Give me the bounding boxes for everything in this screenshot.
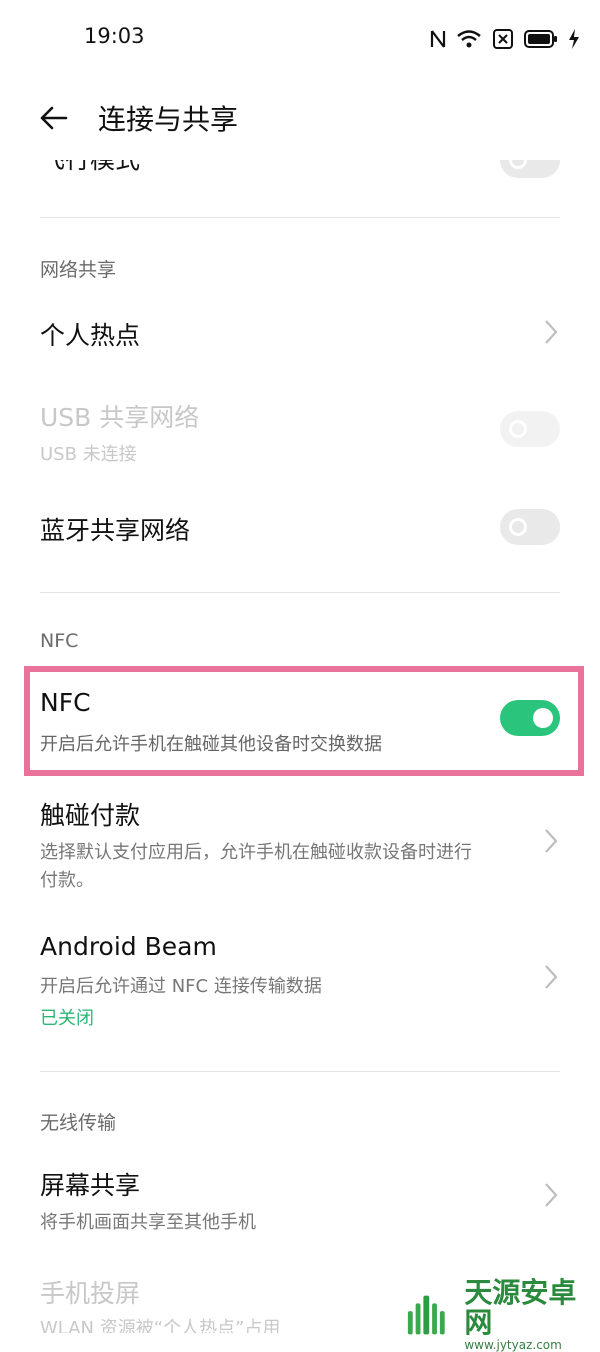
nfc-toggle[interactable] (500, 700, 560, 736)
usb-tethering-row: USB 共享网络 USB 未连接 (0, 392, 600, 472)
airplane-mode-toggle[interactable] (500, 160, 560, 178)
watermark-url: www.jytyaz.com (464, 1338, 562, 1352)
page-title: 连接与共享 (98, 103, 239, 136)
hotspot-label: 个人热点 (40, 321, 141, 350)
nfc-icon (430, 30, 446, 48)
screen-share-sub: 将手机画面共享至其他手机 (40, 1212, 256, 1233)
divider (40, 217, 560, 218)
tap-to-pay-sub-line2: 付款。 (40, 870, 94, 891)
nfc-row[interactable]: NFC 开启后允许手机在触碰其他设备时交换数据 (30, 672, 578, 770)
bluetooth-tethering-toggle[interactable] (500, 509, 560, 545)
airplane-mode-row[interactable]: 飞行模式 (0, 160, 600, 180)
tap-to-pay-row[interactable]: 触碰付款 选择默认支付应用后，允许手机在触碰收款设备时进行 付款。 (0, 792, 600, 892)
android-beam-status: 已关闭 (40, 1008, 94, 1029)
charging-icon (569, 29, 579, 49)
nfc-sub: 开启后允许手机在触碰其他设备时交换数据 (40, 734, 382, 755)
back-arrow-icon[interactable] (36, 100, 72, 136)
screen-cast-label: 手机投屏 (40, 1279, 141, 1308)
airplane-mode-label: 飞行模式 (40, 160, 140, 176)
divider (40, 1071, 560, 1072)
chevron-right-icon (545, 965, 558, 989)
usb-tethering-sub: USB 未连接 (40, 444, 137, 465)
chevron-right-icon (545, 320, 558, 344)
sim-off-icon (493, 29, 513, 49)
screen-share-row[interactable]: 屏幕共享 将手机画面共享至其他手机 (0, 1162, 600, 1242)
section-network-share: 网络共享 (40, 259, 117, 281)
status-icons (430, 26, 580, 52)
android-beam-label: Android Beam (40, 932, 217, 961)
wifi-icon (457, 30, 481, 48)
watermark-logo-icon (407, 1295, 445, 1335)
watermark-name: 天源安卓网 (464, 1276, 577, 1339)
bluetooth-tethering-row[interactable]: 蓝牙共享网络 (0, 495, 600, 559)
battery-icon (524, 30, 557, 48)
usb-tethering-label: USB 共享网络 (40, 403, 200, 432)
screen-cast-sub: WLAN 资源被“个人热点”占用 (40, 1318, 281, 1333)
status-time: 19:03 (84, 24, 145, 48)
tap-to-pay-sub-line1: 选择默认支付应用后，允许手机在触碰收款设备时进行 (40, 842, 472, 863)
divider (40, 592, 560, 593)
chevron-right-icon (545, 1183, 558, 1207)
hotspot-row[interactable]: 个人热点 (0, 300, 600, 364)
watermark: 天源安卓网 www.jytyaz.com (404, 1278, 600, 1352)
android-beam-row[interactable]: Android Beam 开启后允许通过 NFC 连接传输数据 已关闭 (0, 928, 600, 1038)
bluetooth-tethering-label: 蓝牙共享网络 (40, 516, 191, 545)
screen-share-label: 屏幕共享 (40, 1171, 141, 1200)
android-beam-sub: 开启后允许通过 NFC 连接传输数据 (40, 976, 322, 997)
usb-tethering-toggle (500, 411, 560, 447)
section-wireless: 无线传输 (40, 1112, 117, 1134)
chevron-right-icon (545, 829, 558, 853)
tap-to-pay-label: 触碰付款 (40, 801, 141, 830)
nfc-label: NFC (40, 688, 91, 717)
section-nfc: NFC (40, 630, 79, 652)
